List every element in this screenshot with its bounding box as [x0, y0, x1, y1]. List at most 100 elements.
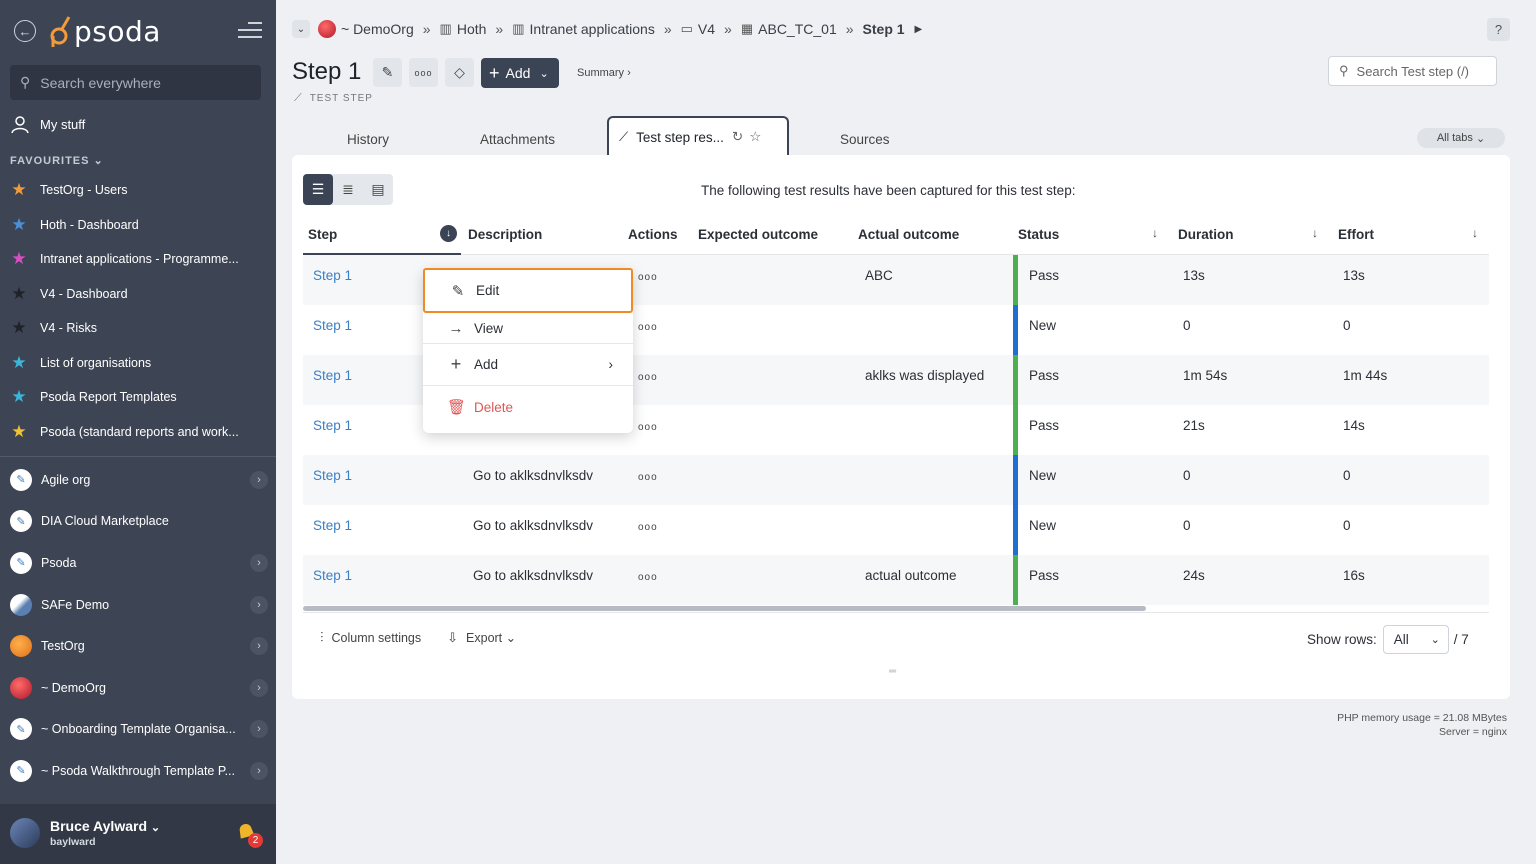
tab-attachments[interactable]: Attachments [480, 132, 555, 147]
my-stuff-link[interactable]: My stuff [10, 114, 85, 134]
table-row[interactable]: Step 1 Go to aklksdnvlksdv ooo New 0 0 [303, 505, 1489, 555]
breadcrumb-item[interactable]: ▥ Intranet applications [512, 21, 655, 37]
favourites-heading[interactable]: FAVOURITES ⌄ [10, 154, 104, 167]
column-effort[interactable]: Effort [1338, 227, 1374, 242]
logo-text: psoda [74, 14, 161, 48]
org-item[interactable]: ✎ ~ Psoda Walkthrough Template P... › [10, 750, 268, 792]
collapse-sidebar-icon[interactable] [238, 22, 262, 38]
tab-sources[interactable]: Sources [840, 132, 890, 147]
org-item[interactable]: ✎ ~ Onboarding Template Organisa... › [10, 709, 268, 751]
chevron-right-icon[interactable]: › [250, 637, 268, 656]
menu-item-delete[interactable]: 🗑 Delete [423, 388, 633, 426]
chevron-right-icon[interactable]: › [250, 761, 268, 780]
column-duration[interactable]: Duration [1178, 227, 1234, 242]
column-settings-button[interactable]: ⫶ Column settings [320, 629, 421, 646]
favourite-item[interactable]: ★ V4 - Risks [10, 311, 266, 346]
more-actions-button[interactable]: ooo [409, 58, 438, 87]
row-actions-button[interactable]: ooo [638, 572, 658, 583]
cell-step[interactable]: Step 1 [313, 418, 352, 433]
org-icon [318, 20, 336, 38]
cell-step[interactable]: Step 1 [313, 368, 352, 383]
favourite-item[interactable]: ★ Hoth - Dashboard [10, 208, 266, 243]
breadcrumb-toggle[interactable]: ⌄ [292, 20, 310, 38]
cell-step[interactable]: Step 1 [313, 318, 352, 333]
org-item[interactable]: ✎ DIA Cloud Marketplace [10, 501, 268, 543]
breadcrumb-item[interactable]: ▥ Hoth [440, 21, 487, 37]
row-actions-button[interactable]: ooo [638, 272, 658, 283]
view-compact-button[interactable]: ≣ [333, 174, 363, 205]
row-actions-button[interactable]: ooo [638, 372, 658, 383]
cell-step[interactable]: Step 1 [313, 518, 352, 533]
export-button[interactable]: ⇩ Export ⌄ [447, 630, 516, 646]
row-actions-button[interactable]: ooo [638, 472, 658, 483]
org-item[interactable]: TestOrg › [10, 625, 268, 667]
all-tabs-button[interactable]: All tabs ⌄ [1417, 128, 1505, 148]
favourite-item[interactable]: ★ TestOrg - Users [10, 173, 266, 208]
favourite-item[interactable]: ★ List of organisations [10, 346, 266, 381]
column-status[interactable]: Status [1018, 227, 1059, 242]
sort-arrow-icon[interactable]: ↓ [1472, 226, 1478, 240]
breadcrumb-item[interactable]: ▭ V4 [681, 21, 715, 37]
cell-effort: 0 [1343, 518, 1351, 533]
favourite-item[interactable]: ★ V4 - Dashboard [10, 277, 266, 312]
show-rows-select[interactable]: All ⌄ [1382, 625, 1449, 654]
search-test-step-input[interactable] [1356, 63, 1487, 79]
add-button[interactable]: + Add ⌄ [481, 58, 559, 88]
row-actions-button[interactable]: ooo [638, 422, 658, 433]
cell-step[interactable]: Step 1 [313, 268, 352, 283]
resize-grip-icon[interactable]: ═ [889, 666, 896, 677]
cell-step[interactable]: Step 1 [313, 568, 352, 583]
global-search[interactable]: ⚲ [10, 65, 261, 100]
view-dense-button[interactable]: ▤ [363, 174, 393, 205]
caret-right-icon[interactable]: ▶ [915, 24, 923, 35]
user-handle: baylward [50, 836, 96, 848]
chevron-right-icon[interactable]: › [250, 720, 268, 739]
table-row[interactable]: Step 1 Go to aklksdnvlksdv ooo actual outco… [303, 555, 1489, 605]
chevron-right-icon[interactable]: › [250, 678, 268, 697]
search-test-step[interactable]: ⚲ [1328, 56, 1497, 86]
panel-intro-text: The following test results have been cap… [701, 183, 1076, 198]
back-button[interactable]: ← [14, 20, 36, 42]
sort-arrow-icon[interactable]: ↓ [1152, 226, 1158, 240]
row-actions-button[interactable]: ooo [638, 522, 658, 533]
org-item[interactable]: ~ DemoOrg › [10, 667, 268, 709]
chevron-right-icon[interactable]: › [250, 553, 268, 572]
row-actions-button[interactable]: ooo [638, 322, 658, 333]
column-expected-outcome[interactable]: Expected outcome [698, 227, 818, 242]
user-panel[interactable]: Bruce Aylward ⌄ baylward [0, 804, 276, 864]
sort-arrow-icon[interactable]: ↓ [1312, 226, 1318, 240]
tab-history[interactable]: History [347, 132, 389, 147]
favourite-item[interactable]: ★ Psoda Report Templates [10, 380, 266, 415]
org-item[interactable]: ✎ Psoda › [10, 542, 268, 584]
org-item[interactable]: SAFe Demo › [10, 584, 268, 626]
tag-button[interactable]: ◇ [445, 58, 474, 87]
horizontal-scrollbar[interactable] [303, 606, 1146, 611]
chevron-right-icon[interactable]: › [250, 470, 268, 489]
cell-step[interactable]: Step 1 [313, 468, 352, 483]
cell-duration: 13s [1183, 268, 1205, 283]
help-button[interactable]: ? [1487, 18, 1510, 41]
sort-desc-icon[interactable]: ↓ [440, 225, 457, 242]
global-search-input[interactable] [40, 74, 241, 91]
menu-item-edit[interactable]: ✎ Edit [423, 268, 633, 313]
column-actual-outcome[interactable]: Actual outcome [858, 227, 959, 242]
edit-button[interactable]: ✎ [373, 58, 402, 87]
favourite-item[interactable]: ★ Psoda (standard reports and work... [10, 415, 266, 450]
column-description[interactable]: Description [468, 227, 542, 242]
star-outline-icon[interactable]: ☆ [749, 129, 761, 145]
breadcrumb-item[interactable]: ~ DemoOrg [318, 20, 414, 38]
summary-link[interactable]: Summary › [577, 67, 631, 79]
view-comfortable-button[interactable]: ☰ [303, 174, 333, 205]
psoda-logo[interactable]: psoda [50, 14, 161, 48]
tab-test-step-results[interactable]: ⟋ Test step res... ↻ ☆ [607, 116, 789, 156]
breadcrumb-item[interactable]: ▦ ABC_TC_01 [741, 21, 837, 37]
star-icon: ★ [11, 352, 27, 372]
menu-item-add[interactable]: + Add › [423, 344, 633, 384]
menu-item-view[interactable]: → View [423, 313, 633, 343]
table-row[interactable]: Step 1 Go to aklksdnvlksdv ooo New 0 0 [303, 455, 1489, 505]
chevron-right-icon[interactable]: › [250, 595, 268, 614]
column-step[interactable]: Step [308, 227, 337, 242]
org-item[interactable]: ✎ Agile org › [10, 459, 268, 501]
favourite-item[interactable]: ★ Intranet applications - Programme... [10, 242, 266, 277]
refresh-icon[interactable]: ↻ [732, 129, 743, 145]
